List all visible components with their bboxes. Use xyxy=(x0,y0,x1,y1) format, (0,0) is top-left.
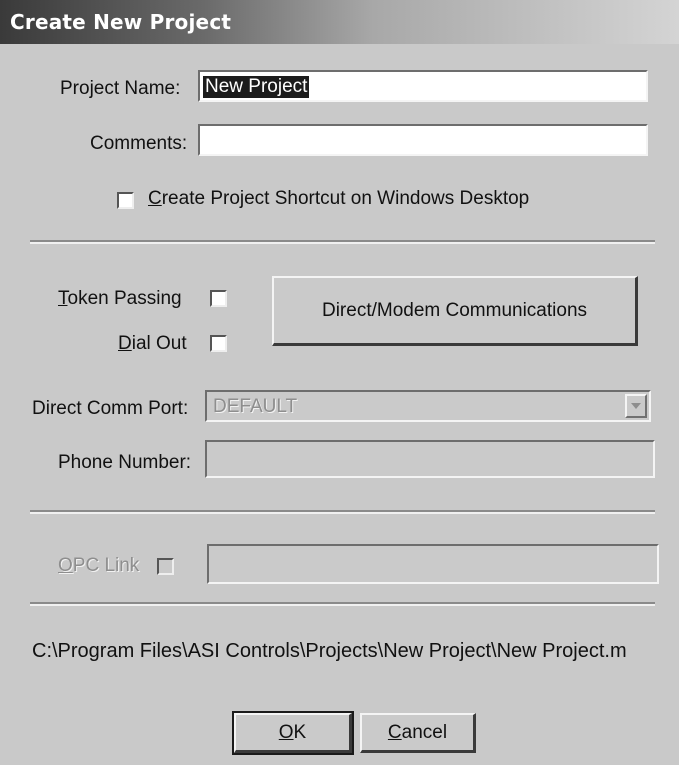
ok-label-text: K xyxy=(293,721,307,743)
token-passing-checkbox[interactable] xyxy=(210,290,227,307)
opc-link-input[interactable] xyxy=(207,544,659,584)
create-project-dialog: Create New Project Project Name: New Pro… xyxy=(0,0,679,765)
opc-link-mnemonic: O xyxy=(58,555,73,576)
shortcut-label[interactable]: Create Project Shortcut on Windows Deskt… xyxy=(148,188,529,210)
project-path-text: C:\Program Files\ASI Controls\Projects\N… xyxy=(32,640,627,662)
dial-out-checkbox[interactable] xyxy=(210,335,227,352)
chevron-down-icon xyxy=(631,403,641,409)
dialog-title: Create New Project xyxy=(10,10,232,34)
ok-button[interactable]: OK xyxy=(232,711,354,755)
project-name-input[interactable]: New Project xyxy=(198,70,648,102)
shortcut-label-text: reate Project Shortcut on Windows Deskto… xyxy=(161,188,530,209)
project-name-value: New Project xyxy=(203,76,310,98)
separator-2 xyxy=(30,510,655,514)
cancel-label-text: ancel xyxy=(401,721,448,743)
shortcut-checkbox[interactable] xyxy=(117,192,134,209)
direct-comm-port-value: DEFAULT xyxy=(213,396,298,417)
ok-mnemonic: O xyxy=(278,721,294,743)
direct-comm-port-label: Direct Comm Port: xyxy=(32,398,189,419)
dial-out-label[interactable]: Dial Out xyxy=(118,333,187,355)
cancel-mnemonic: C xyxy=(387,721,402,743)
separator-1 xyxy=(30,240,655,244)
opc-link-label[interactable]: OPC Link xyxy=(58,555,139,577)
opc-link-checkbox[interactable] xyxy=(157,558,174,575)
ok-button-label: OK xyxy=(279,722,306,744)
project-name-label: Project Name: xyxy=(60,78,181,99)
cancel-button[interactable]: Cancel xyxy=(360,713,476,753)
comments-input[interactable] xyxy=(198,124,648,156)
separator-3 xyxy=(30,602,655,606)
token-passing-mnemonic: T xyxy=(58,288,68,309)
dial-out-label-text: ial Out xyxy=(131,333,187,354)
title-bar[interactable]: Create New Project xyxy=(0,0,679,44)
dropdown-button[interactable] xyxy=(625,394,647,418)
direct-modem-communications-button[interactable]: Direct/Modem Communications xyxy=(272,276,638,346)
token-passing-label-text: oken Passing xyxy=(67,288,182,309)
direct-comm-port-select[interactable]: DEFAULT xyxy=(205,390,651,422)
phone-number-label: Phone Number: xyxy=(58,452,192,473)
comments-label: Comments: xyxy=(90,133,188,154)
cancel-button-label: Cancel xyxy=(388,722,447,744)
direct-modem-button-label: Direct/Modem Communications xyxy=(321,299,588,321)
phone-number-input[interactable] xyxy=(205,440,655,478)
shortcut-mnemonic: C xyxy=(148,188,162,209)
dial-out-mnemonic: D xyxy=(118,333,132,354)
token-passing-label[interactable]: Token Passing xyxy=(58,288,182,310)
opc-link-label-text: PC Link xyxy=(72,555,140,576)
